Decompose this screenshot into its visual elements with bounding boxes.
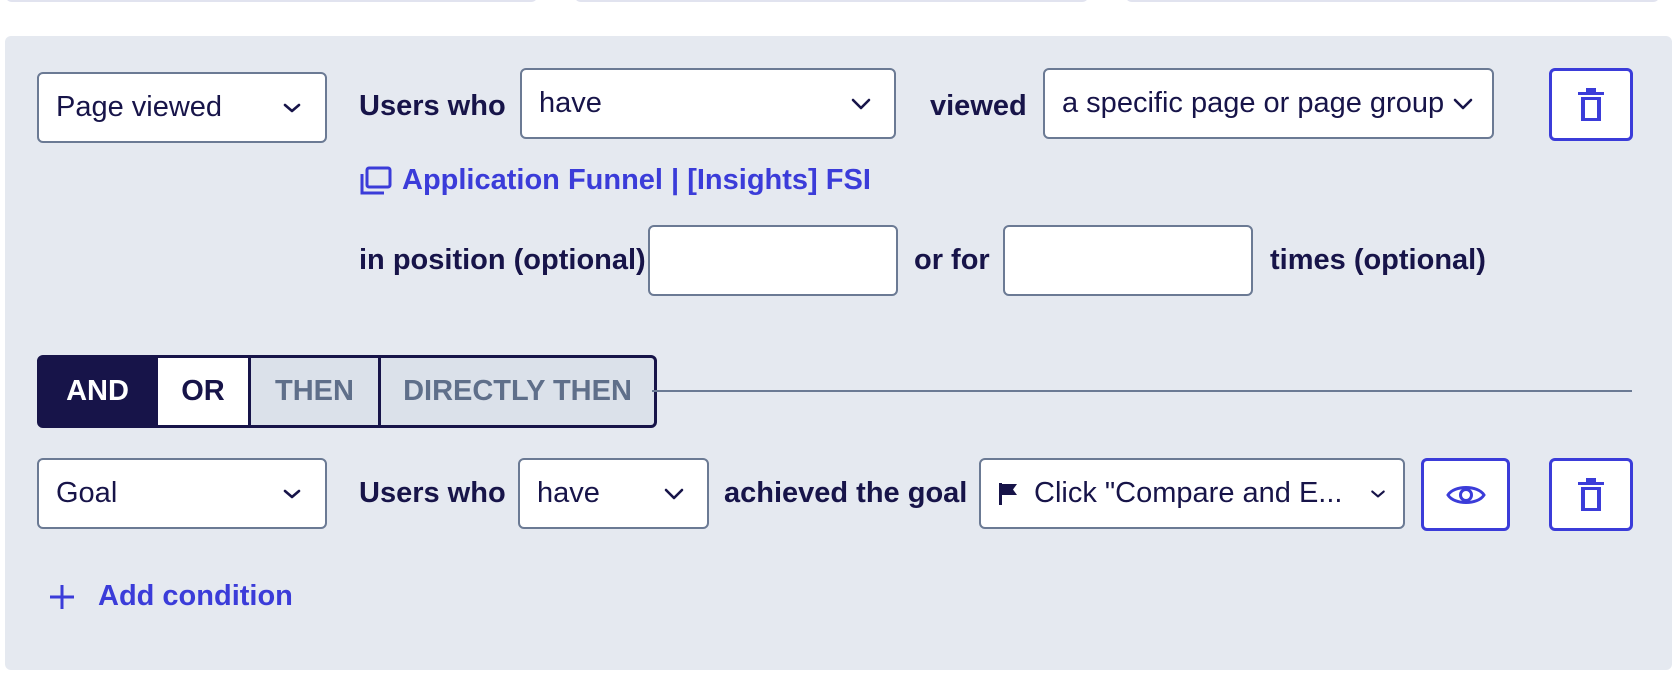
logic-operator-toggle: AND OR THEN DIRECTLY THEN — [37, 355, 657, 428]
flag-icon — [999, 482, 1017, 505]
chevron-down-icon — [1453, 98, 1473, 109]
page-group-icon — [360, 166, 392, 194]
eye-icon — [1445, 485, 1486, 504]
plus-icon — [50, 584, 74, 609]
add-condition-label: Add condition — [98, 580, 293, 612]
operator-divider — [652, 390, 1632, 392]
operator-or-button[interactable]: OR — [158, 358, 251, 425]
times-input[interactable] — [1003, 225, 1253, 296]
condition-type-select[interactable]: Page viewed — [37, 72, 327, 143]
top-card-3 — [1125, 0, 1660, 2]
page-target-select[interactable]: a specific page or page group — [1043, 68, 1494, 139]
chevron-down-icon — [1371, 489, 1385, 498]
chevron-down-icon — [283, 489, 301, 498]
have-value: have — [539, 87, 602, 119]
condition-type-select-2[interactable]: Goal — [37, 458, 327, 529]
condition-type-value: Page viewed — [56, 91, 223, 123]
chevron-down-icon — [664, 488, 684, 499]
position-label: in position (optional) — [359, 244, 646, 276]
users-who-label: Users who — [359, 90, 506, 122]
trash-icon — [1578, 477, 1604, 511]
viewed-label: viewed — [930, 90, 1027, 122]
chevron-down-icon — [851, 98, 871, 109]
operator-directly-then-button[interactable]: DIRECTLY THEN — [381, 358, 654, 425]
add-condition-button[interactable]: Add condition — [48, 580, 293, 613]
users-who-label-2: Users who — [359, 477, 506, 509]
page-group-link[interactable]: Application Funnel | [Insights] FSI — [360, 164, 871, 197]
delete-condition-1-button[interactable] — [1549, 68, 1633, 141]
top-card-1 — [5, 0, 538, 2]
operator-and-button[interactable]: AND — [40, 358, 158, 425]
have-select[interactable]: have — [520, 68, 896, 139]
goal-value: Click "Compare and E... — [1034, 477, 1343, 509]
chevron-down-icon — [283, 103, 301, 112]
top-card-2 — [574, 0, 1089, 2]
preview-goal-button[interactable] — [1421, 458, 1510, 531]
trash-icon — [1578, 87, 1604, 121]
times-label: times (optional) — [1270, 244, 1486, 276]
operator-then-button[interactable]: THEN — [251, 358, 381, 425]
page-group-link-label: Application Funnel | [Insights] FSI — [402, 164, 871, 196]
have-select-2[interactable]: have — [518, 458, 709, 529]
have-value-2: have — [537, 477, 600, 509]
delete-condition-2-button[interactable] — [1549, 458, 1633, 531]
achieved-goal-label: achieved the goal — [724, 477, 968, 509]
position-input[interactable] — [648, 225, 898, 296]
condition-type-value-2: Goal — [56, 477, 118, 509]
or-for-label: or for — [914, 244, 990, 276]
goal-select[interactable]: Click "Compare and E... — [979, 458, 1405, 529]
page-target-value: a specific page or page group — [1062, 87, 1445, 119]
